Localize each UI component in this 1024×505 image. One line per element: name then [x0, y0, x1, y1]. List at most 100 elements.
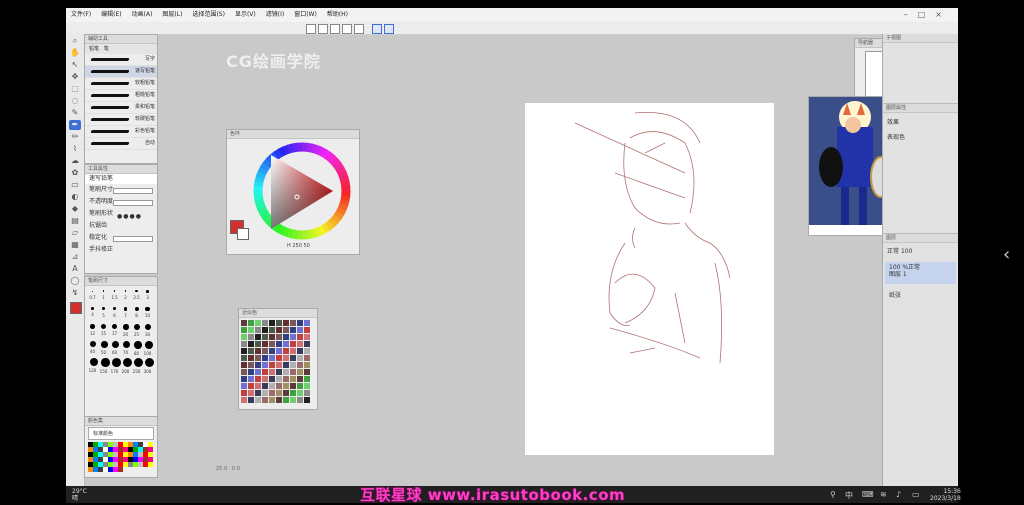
decoration-icon[interactable]: ✿	[69, 168, 81, 178]
frame-icon[interactable]: ▦	[69, 240, 81, 250]
weather-widget[interactable]: 29°C 晴	[72, 488, 87, 502]
brush-size-cell[interactable]: 6	[109, 305, 120, 322]
brush-size-cell[interactable]: 120	[87, 356, 99, 373]
menu-filter[interactable]: 滤镜(I)	[261, 8, 289, 22]
brush-size-cell[interactable]: 2	[120, 288, 131, 305]
brush-item[interactable]: 速写铅笔	[85, 66, 157, 78]
brush-size-cell[interactable]: 100	[142, 339, 153, 356]
volume-icon[interactable]: ♪	[896, 490, 901, 499]
fill-icon[interactable]: ◆	[69, 204, 81, 214]
menu-file[interactable]: 文件(F)	[66, 8, 96, 22]
drawing-canvas[interactable]	[525, 103, 774, 455]
brush-size-cell[interactable]: 20	[120, 322, 131, 339]
color-set-swatches[interactable]	[85, 441, 157, 473]
brush-size-cell[interactable]: 8	[131, 305, 142, 322]
prop-antialias[interactable]: 抗锯齿	[85, 220, 157, 232]
brush-size-cell[interactable]: 300	[142, 356, 154, 374]
battery-icon[interactable]: ▭	[912, 490, 920, 499]
brush-item[interactable]: 较粗铅笔	[85, 78, 157, 90]
zoom-value[interactable]: 25.0	[216, 466, 227, 472]
menu-view[interactable]: 显示(V)	[230, 8, 261, 22]
color-set-select[interactable]: 标准颜色	[88, 427, 154, 440]
eyedropper-icon[interactable]: ✎	[69, 108, 81, 118]
text-icon[interactable]: A	[69, 264, 81, 274]
figure-icon[interactable]: ▱	[69, 228, 81, 238]
brush-size-cell[interactable]: 150	[98, 356, 110, 374]
prop-opacity[interactable]: 不透明度	[85, 196, 157, 208]
taskbar-clock[interactable]: 15:36 2023/3/18	[930, 488, 961, 502]
menu-window[interactable]: 窗口(W)	[289, 8, 322, 22]
menu-selection[interactable]: 选择范围(S)	[187, 8, 230, 22]
brush-size-cell[interactable]: 30	[142, 322, 153, 339]
open-icon[interactable]	[318, 24, 328, 34]
lasso-icon[interactable]: ◌	[69, 96, 81, 106]
main-color-chip[interactable]	[70, 302, 82, 314]
ime-icon[interactable]: ⌨	[862, 490, 874, 499]
layer-row-paper[interactable]: 纸张	[885, 288, 956, 306]
selection-icon[interactable]: ⬚	[69, 84, 81, 94]
prop-shape[interactable]: 笔刷形状 ●●●●	[85, 208, 157, 220]
brush-size-cell[interactable]: 2.5	[131, 288, 142, 305]
input-icon[interactable]: 中	[845, 490, 853, 501]
pen-icon[interactable]: ✒	[69, 120, 81, 130]
brush-item[interactable]: 彩色铅笔	[85, 126, 157, 138]
brush-size-cell[interactable]: 1.5	[109, 288, 120, 305]
gradient-icon[interactable]: ▤	[69, 216, 81, 226]
prop-correction[interactable]: 手抖修正	[85, 244, 157, 256]
brush-size-cell[interactable]: 7	[120, 305, 131, 322]
snap-ruler-icon[interactable]	[384, 24, 394, 34]
menu-layer[interactable]: 图层(L)	[157, 8, 187, 22]
pencil-icon[interactable]: ✏	[69, 132, 81, 142]
prop-size[interactable]: 笔刷尺寸	[85, 184, 157, 196]
magnifier-icon[interactable]: ⌕	[69, 36, 81, 46]
undo-icon[interactable]	[342, 24, 352, 34]
brush-size-cell[interactable]: 50	[98, 339, 109, 356]
brush-size-cell[interactable]: 15	[98, 322, 109, 339]
hand-icon[interactable]: ✋	[69, 48, 81, 58]
brush-item[interactable]: 柔和铅笔	[85, 102, 157, 114]
brush-size-cell[interactable]: 170	[109, 356, 121, 374]
blend-mode[interactable]: 正常 100	[883, 243, 958, 258]
brush-size-cell[interactable]: 200	[120, 356, 132, 374]
window-controls[interactable]: –□×	[904, 10, 952, 19]
layer-row-1[interactable]: 100 %正常 图层 1	[885, 262, 956, 284]
brush-size-cell[interactable]: 60	[109, 339, 120, 356]
prop-stabilization[interactable]: 稳定化	[85, 232, 157, 244]
operation-icon[interactable]: ↖	[69, 60, 81, 70]
blend-icon[interactable]: ◐	[69, 192, 81, 202]
new-icon[interactable]	[306, 24, 316, 34]
brush-size-cell[interactable]: 5	[98, 305, 109, 322]
menu-help[interactable]: 帮助(H)	[322, 8, 353, 22]
brush-size-cell[interactable]: 250	[131, 356, 143, 374]
brush-item[interactable]: 写字	[85, 54, 157, 66]
correct-line-icon[interactable]: ↯	[69, 288, 81, 298]
balloon-icon[interactable]: ◯	[69, 276, 81, 286]
move-icon[interactable]: ✥	[69, 72, 81, 82]
brush-item[interactable]: 软碳铅笔	[85, 114, 157, 126]
brush-size-cell[interactable]: 1	[98, 288, 109, 305]
sub-color-swatch[interactable]	[237, 228, 249, 240]
brush-size-cell[interactable]: 12	[87, 322, 98, 339]
menu-animation[interactable]: 动画(A)	[127, 8, 158, 22]
ruler-icon[interactable]: ⊿	[69, 252, 81, 262]
brush-item[interactable]: 自动	[85, 138, 157, 150]
eraser-icon[interactable]: ▭	[69, 180, 81, 190]
tab-pen[interactable]: 笔	[104, 46, 109, 52]
brush-size-cell[interactable]: 4	[87, 305, 98, 322]
redo-icon[interactable]	[354, 24, 364, 34]
save-icon[interactable]	[330, 24, 340, 34]
tab-pencil[interactable]: 铅笔	[89, 46, 99, 52]
brush-size-cell[interactable]: 80	[131, 339, 142, 356]
palette-swatches[interactable]	[239, 318, 317, 406]
brush-size-cell[interactable]: 3	[142, 288, 153, 305]
brush-size-cell[interactable]: 0.7	[87, 288, 98, 305]
mic-icon[interactable]: ⚲	[830, 490, 836, 499]
brush-size-cell[interactable]: 10	[142, 305, 153, 322]
brush-icon[interactable]: ⌇	[69, 144, 81, 154]
brush-size-cell[interactable]: 25	[131, 322, 142, 339]
airbrush-icon[interactable]: ☁	[69, 156, 81, 166]
brush-size-cell[interactable]: 40	[87, 339, 98, 356]
menu-edit[interactable]: 编辑(E)	[96, 8, 126, 22]
brush-size-cell[interactable]: 17	[109, 322, 120, 339]
brush-size-cell[interactable]: 70	[120, 339, 131, 356]
